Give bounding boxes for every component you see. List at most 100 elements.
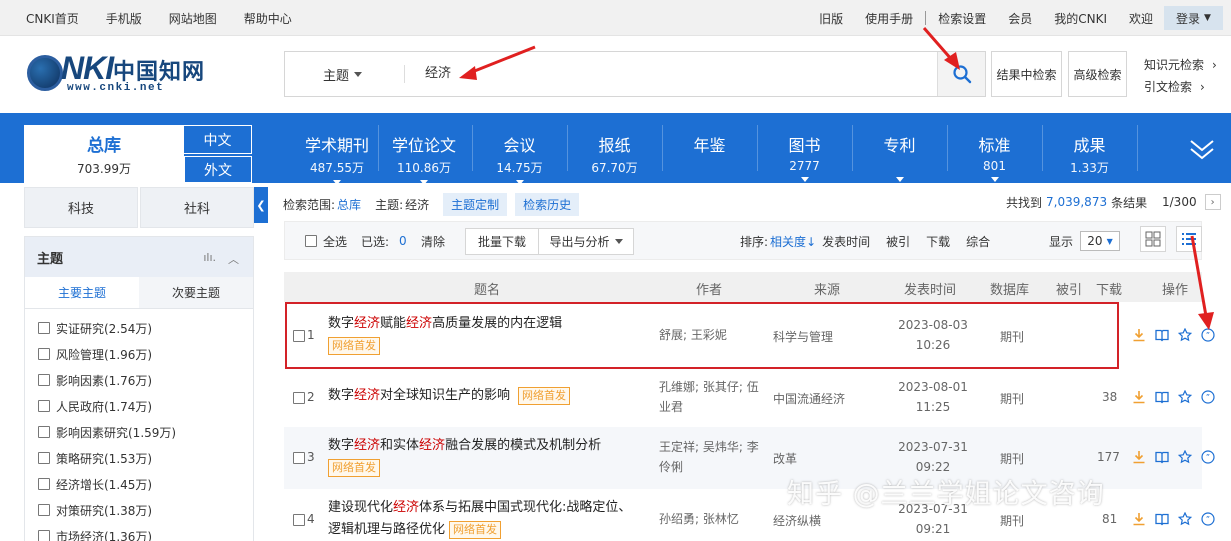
facet-item[interactable]: 对策研究(1.38万) — [38, 497, 253, 523]
collapse-sidebar-button[interactable]: ❮ — [254, 187, 268, 223]
row-cited[interactable]: 38 — [1102, 390, 1117, 404]
row-source[interactable]: 科学与管理 — [773, 328, 833, 345]
login-button[interactable]: 登录 ▼ — [1164, 6, 1223, 30]
knowledge-search-link[interactable]: 知识元检索 › — [1144, 54, 1217, 76]
tab-total-library[interactable]: 总库 703.99万 — [24, 125, 184, 183]
row-cited[interactable]: 177 — [1097, 450, 1120, 464]
select-all[interactable]: 全选 — [305, 222, 347, 260]
row-checkbox[interactable] — [293, 452, 305, 464]
read-online-icon[interactable] — [1155, 512, 1169, 526]
search-in-results-button[interactable]: 结果中检索 — [991, 51, 1062, 97]
checkbox[interactable] — [38, 374, 50, 386]
sort-relevance[interactable]: 相关度↓ — [770, 233, 816, 250]
search-button[interactable] — [937, 52, 985, 96]
favorite-star-icon[interactable] — [1178, 450, 1192, 464]
sort-cited[interactable]: 被引 — [886, 233, 910, 250]
checkbox[interactable] — [38, 478, 50, 490]
facet-item[interactable]: 影响因素研究(1.59万) — [38, 419, 253, 445]
read-online-icon[interactable] — [1155, 328, 1169, 342]
sort-date[interactable]: 发表时间 — [822, 233, 870, 250]
download-icon[interactable] — [1132, 450, 1146, 464]
checkbox[interactable] — [38, 348, 50, 360]
tab-patents[interactable]: 专利 — [852, 113, 947, 183]
expand-chevron-icon[interactable] — [1188, 135, 1216, 163]
checkbox[interactable] — [38, 530, 50, 541]
facet-item[interactable]: 风险管理(1.96万) — [38, 341, 253, 367]
tab-journals[interactable]: 学术期刊 487.55万 — [292, 113, 382, 185]
row-title[interactable]: 数字经济对全球知识生产的影响 网络首发 — [328, 385, 643, 407]
tab-books[interactable]: 图书 2777 — [757, 113, 852, 183]
search-field-select[interactable]: 主题 — [323, 52, 363, 96]
row-authors[interactable]: 孔维娜; 张其仔; 伍业君 — [659, 377, 769, 417]
row-authors[interactable]: 王定祥; 吴炜华; 李伶俐 — [659, 437, 769, 477]
next-page-button[interactable]: › — [1204, 194, 1221, 210]
quote-cite-icon[interactable]: ” — [1201, 328, 1215, 342]
search-input[interactable]: 经济 — [425, 52, 451, 96]
tab-foreign[interactable]: 外文 — [184, 156, 252, 183]
favorite-star-icon[interactable] — [1178, 512, 1192, 526]
link-help[interactable]: 帮助中心 — [244, 10, 292, 27]
quote-cite-icon[interactable]: ” — [1201, 512, 1215, 526]
tab-achievements[interactable]: 成果 1.33万 — [1042, 113, 1137, 183]
facet-item[interactable]: 影响因素(1.76万) — [38, 367, 253, 393]
bar-chart-icon[interactable]: ılı. — [203, 251, 216, 267]
tab-newspapers[interactable]: 报纸 67.70万 — [567, 113, 662, 183]
tab-conferences[interactable]: 会议 14.75万 — [472, 113, 567, 185]
row-checkbox[interactable] — [293, 392, 305, 404]
link-my-cnki[interactable]: 我的CNKI — [1054, 10, 1107, 27]
read-online-icon[interactable] — [1155, 450, 1169, 464]
read-online-icon[interactable] — [1155, 390, 1169, 404]
citation-search-link[interactable]: 引文检索 › — [1144, 76, 1217, 98]
facet-item[interactable]: 经济增长(1.45万) — [38, 471, 253, 497]
row-authors[interactable]: 舒展; 王彩妮 — [659, 325, 769, 345]
search-history-button[interactable]: 检索历史 — [515, 192, 580, 216]
row-checkbox[interactable] — [293, 514, 305, 526]
tab-standards[interactable]: 标准 801 — [947, 113, 1042, 183]
chevron-up-icon[interactable]: ︿ — [228, 251, 239, 267]
tab-theses[interactable]: 学位论文 110.86万 — [378, 113, 470, 185]
link-member[interactable]: 会员 — [1008, 10, 1032, 27]
row-source[interactable]: 改革 — [773, 450, 797, 467]
checkbox[interactable] — [38, 400, 50, 412]
tab-chinese[interactable]: 中文 — [184, 125, 252, 154]
tab-yearbooks[interactable]: 年鉴 — [662, 113, 757, 183]
clear-link[interactable]: 清除 — [421, 222, 445, 260]
download-icon[interactable] — [1132, 328, 1146, 342]
grid-view-button[interactable] — [1140, 226, 1166, 252]
sort-composite[interactable]: 综合 — [966, 233, 990, 250]
batch-download-button[interactable]: 批量下载 — [465, 228, 539, 255]
link-mobile[interactable]: 手机版 — [106, 10, 142, 27]
quote-cite-icon[interactable]: ” — [1201, 450, 1215, 464]
facet-item[interactable]: 策略研究(1.53万) — [38, 445, 253, 471]
row-title[interactable]: 数字经济赋能经济高质量发展的内在逻辑 网络首发 — [328, 313, 643, 357]
checkbox[interactable] — [38, 322, 50, 334]
row-checkbox[interactable] — [293, 330, 305, 342]
cnki-logo[interactable]: NKI 中国知网 www.cnki.net — [27, 50, 209, 96]
row-authors[interactable]: 孙绍勇; 张林忆 — [659, 509, 769, 529]
sort-download[interactable]: 下载 — [926, 233, 950, 250]
facet-item[interactable]: 市场经济(1.36万) — [38, 523, 253, 541]
row-title[interactable]: 数字经济和实体经济融合发展的模式及机制分析 网络首发 — [328, 435, 643, 479]
facet-item[interactable]: 人民政府(1.74万) — [38, 393, 253, 419]
topic-customize-button[interactable]: 主题定制 — [443, 192, 508, 216]
checkbox[interactable] — [38, 452, 50, 464]
advanced-search-button[interactable]: 高级检索 — [1068, 51, 1127, 97]
row-source[interactable]: 经济纵横 — [773, 512, 821, 529]
tab-major-topic[interactable]: 主要主题 — [25, 277, 139, 308]
tab-science[interactable]: 科技 — [24, 187, 138, 228]
checkbox[interactable] — [38, 426, 50, 438]
link-sitemap[interactable]: 网站地图 — [169, 10, 217, 27]
page-size-select[interactable]: 20 ▼ — [1080, 231, 1120, 251]
favorite-star-icon[interactable] — [1178, 390, 1192, 404]
list-view-button[interactable] — [1176, 226, 1202, 252]
facet-item[interactable]: 实证研究(2.54万) — [38, 315, 253, 341]
download-icon[interactable] — [1132, 512, 1146, 526]
link-old-version[interactable]: 旧版 — [819, 10, 843, 27]
export-analysis-button[interactable]: 导出与分析 — [538, 228, 634, 255]
download-icon[interactable] — [1132, 390, 1146, 404]
row-cited[interactable]: 81 — [1102, 512, 1117, 526]
link-search-settings[interactable]: 检索设置 — [938, 10, 986, 27]
link-manual[interactable]: 使用手册 — [865, 10, 913, 27]
row-title[interactable]: 建设现代化经济体系与拓展中国式现代化:战略定位、逻辑机理与路径优化 网络首发 — [328, 497, 643, 541]
link-cnki-home[interactable]: CNKI首页 — [26, 10, 79, 27]
